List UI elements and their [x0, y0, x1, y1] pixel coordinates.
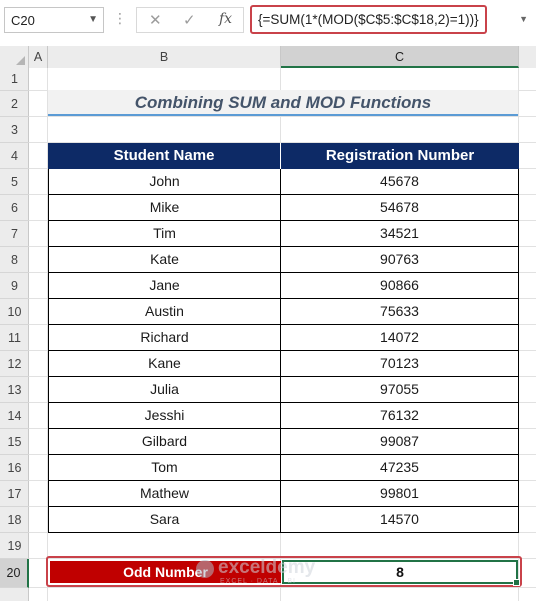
formula-actions: ✕ ✓ fx [136, 7, 244, 33]
formula-text: {=SUM(1*(MOD($C$5:$C$18,2)=1))} [258, 12, 479, 27]
cell-student-name[interactable]: Julia [49, 377, 281, 402]
cell-student-name[interactable]: Mike [49, 195, 281, 220]
cell-student-name[interactable]: Austin [49, 299, 281, 324]
cell-student-name[interactable]: Gilbard [49, 429, 281, 454]
cell-registration-number[interactable]: 14072 [281, 325, 518, 350]
cell-registration-number[interactable]: 45678 [281, 169, 518, 194]
table-row: Kane 70123 [48, 351, 519, 377]
table-row: Jane 90866 [48, 273, 519, 299]
header-registration-number[interactable]: Registration Number [281, 143, 519, 169]
cell-registration-number[interactable]: 76132 [281, 403, 518, 428]
odd-number-value-cell[interactable]: 8 [282, 560, 520, 586]
name-box-value: C20 [11, 13, 35, 28]
cell-registration-number[interactable]: 54678 [281, 195, 518, 220]
cell-student-name[interactable]: Richard [49, 325, 281, 350]
odd-number-value: 8 [396, 564, 404, 580]
cancel-icon[interactable]: ✕ [149, 11, 162, 29]
cell-registration-number[interactable]: 34521 [281, 221, 518, 246]
table-row: Julia 97055 [48, 377, 519, 403]
row-header-14[interactable]: 14 [0, 403, 29, 429]
cell-student-name[interactable]: Tom [49, 455, 281, 480]
row-header-3[interactable]: 3 [0, 117, 29, 143]
cell-student-name[interactable]: John [49, 169, 281, 194]
row-headers: 1 2 3 4 5 6 7 8 9 10 11 12 13 14 15 16 1… [0, 68, 29, 601]
drag-handle-icon[interactable]: ⋮ [113, 10, 127, 27]
result-row: Odd Number 8 [46, 556, 522, 587]
cell-student-name[interactable]: Tim [49, 221, 281, 246]
row-header-6[interactable]: 6 [0, 195, 29, 221]
cell-registration-number[interactable]: 97055 [281, 377, 518, 402]
check-icon[interactable]: ✓ [183, 11, 196, 29]
cell-registration-number[interactable]: 90866 [281, 273, 518, 298]
cell-student-name[interactable]: Sara [49, 507, 281, 532]
sheet-title-text: Combining SUM and MOD Functions [134, 93, 432, 112]
row-header-4[interactable]: 4 [0, 143, 29, 169]
fill-handle[interactable] [513, 579, 520, 586]
table-row: Austin 75633 [48, 299, 519, 325]
column-header-a[interactable]: A [29, 46, 48, 68]
row-header-18[interactable]: 18 [0, 507, 29, 533]
table-row: Tom 47235 [48, 455, 519, 481]
cell-registration-number[interactable]: 14570 [281, 507, 518, 532]
row-header-13[interactable]: 13 [0, 377, 29, 403]
table-row: Jesshi 76132 [48, 403, 519, 429]
row-header-11[interactable]: 11 [0, 325, 29, 351]
sheet-title[interactable]: Combining SUM and MOD Functions [48, 90, 518, 116]
row-header-5[interactable]: 5 [0, 169, 29, 195]
row-header-12[interactable]: 12 [0, 351, 29, 377]
cell-registration-number[interactable]: 75633 [281, 299, 518, 324]
row-header-2[interactable]: 2 [0, 91, 29, 117]
insert-function-icon[interactable]: fx [219, 11, 232, 27]
cell-registration-number[interactable]: 99087 [281, 429, 518, 454]
cell-registration-number[interactable]: 47235 [281, 455, 518, 480]
table-row: Gilbard 99087 [48, 429, 519, 455]
cell-registration-number[interactable]: 90763 [281, 247, 518, 272]
chevron-down-icon[interactable]: ▼ [88, 14, 98, 25]
table-row: John 45678 [48, 169, 519, 195]
row-header-20[interactable]: 20 [0, 559, 29, 588]
table-row: Tim 34521 [48, 221, 519, 247]
select-all-triangle-icon [16, 56, 25, 65]
row-header-16[interactable]: 16 [0, 455, 29, 481]
table-row: Kate 90763 [48, 247, 519, 273]
row-header-10[interactable]: 10 [0, 299, 29, 325]
header-student-name[interactable]: Student Name [48, 143, 281, 169]
odd-number-label[interactable]: Odd Number [50, 561, 281, 583]
cell-registration-number[interactable]: 99801 [281, 481, 518, 506]
table-row: Sara 14570 [48, 507, 519, 533]
formula-bar: C20 ▼ ⋮ ✕ ✓ fx {=SUM(1*(MOD($C$5:$C$18,2… [0, 0, 536, 47]
cell-registration-number[interactable]: 70123 [281, 351, 518, 376]
row-header-15[interactable]: 15 [0, 429, 29, 455]
cell-student-name[interactable]: Jesshi [49, 403, 281, 428]
cell-student-name[interactable]: Kate [49, 247, 281, 272]
formula-input[interactable]: {=SUM(1*(MOD($C$5:$C$18,2)=1))} [250, 5, 487, 34]
gridline [29, 587, 536, 588]
table-row: Richard 14072 [48, 325, 519, 351]
table-row: Mike 54678 [48, 195, 519, 221]
name-box[interactable]: C20 ▼ [4, 7, 104, 33]
cell-student-name[interactable]: Jane [49, 273, 281, 298]
cell-student-name[interactable]: Mathew [49, 481, 281, 506]
column-header-c[interactable]: C [281, 46, 519, 68]
expand-formula-bar-icon[interactable]: ▼ [519, 14, 528, 24]
table-row: Mathew 99801 [48, 481, 519, 507]
column-headers: A B C [0, 46, 536, 69]
table-header-row: Student Name Registration Number [48, 143, 519, 169]
gridline [29, 116, 536, 117]
row-header-8[interactable]: 8 [0, 247, 29, 273]
row-header-17[interactable]: 17 [0, 481, 29, 507]
select-all-button[interactable] [0, 46, 29, 68]
row-header-7[interactable]: 7 [0, 221, 29, 247]
cell-student-name[interactable]: Kane [49, 351, 281, 376]
row-header-9[interactable]: 9 [0, 273, 29, 299]
row-header-19[interactable]: 19 [0, 533, 29, 559]
column-header-b[interactable]: B [48, 46, 281, 68]
row-header-1[interactable]: 1 [0, 68, 29, 91]
